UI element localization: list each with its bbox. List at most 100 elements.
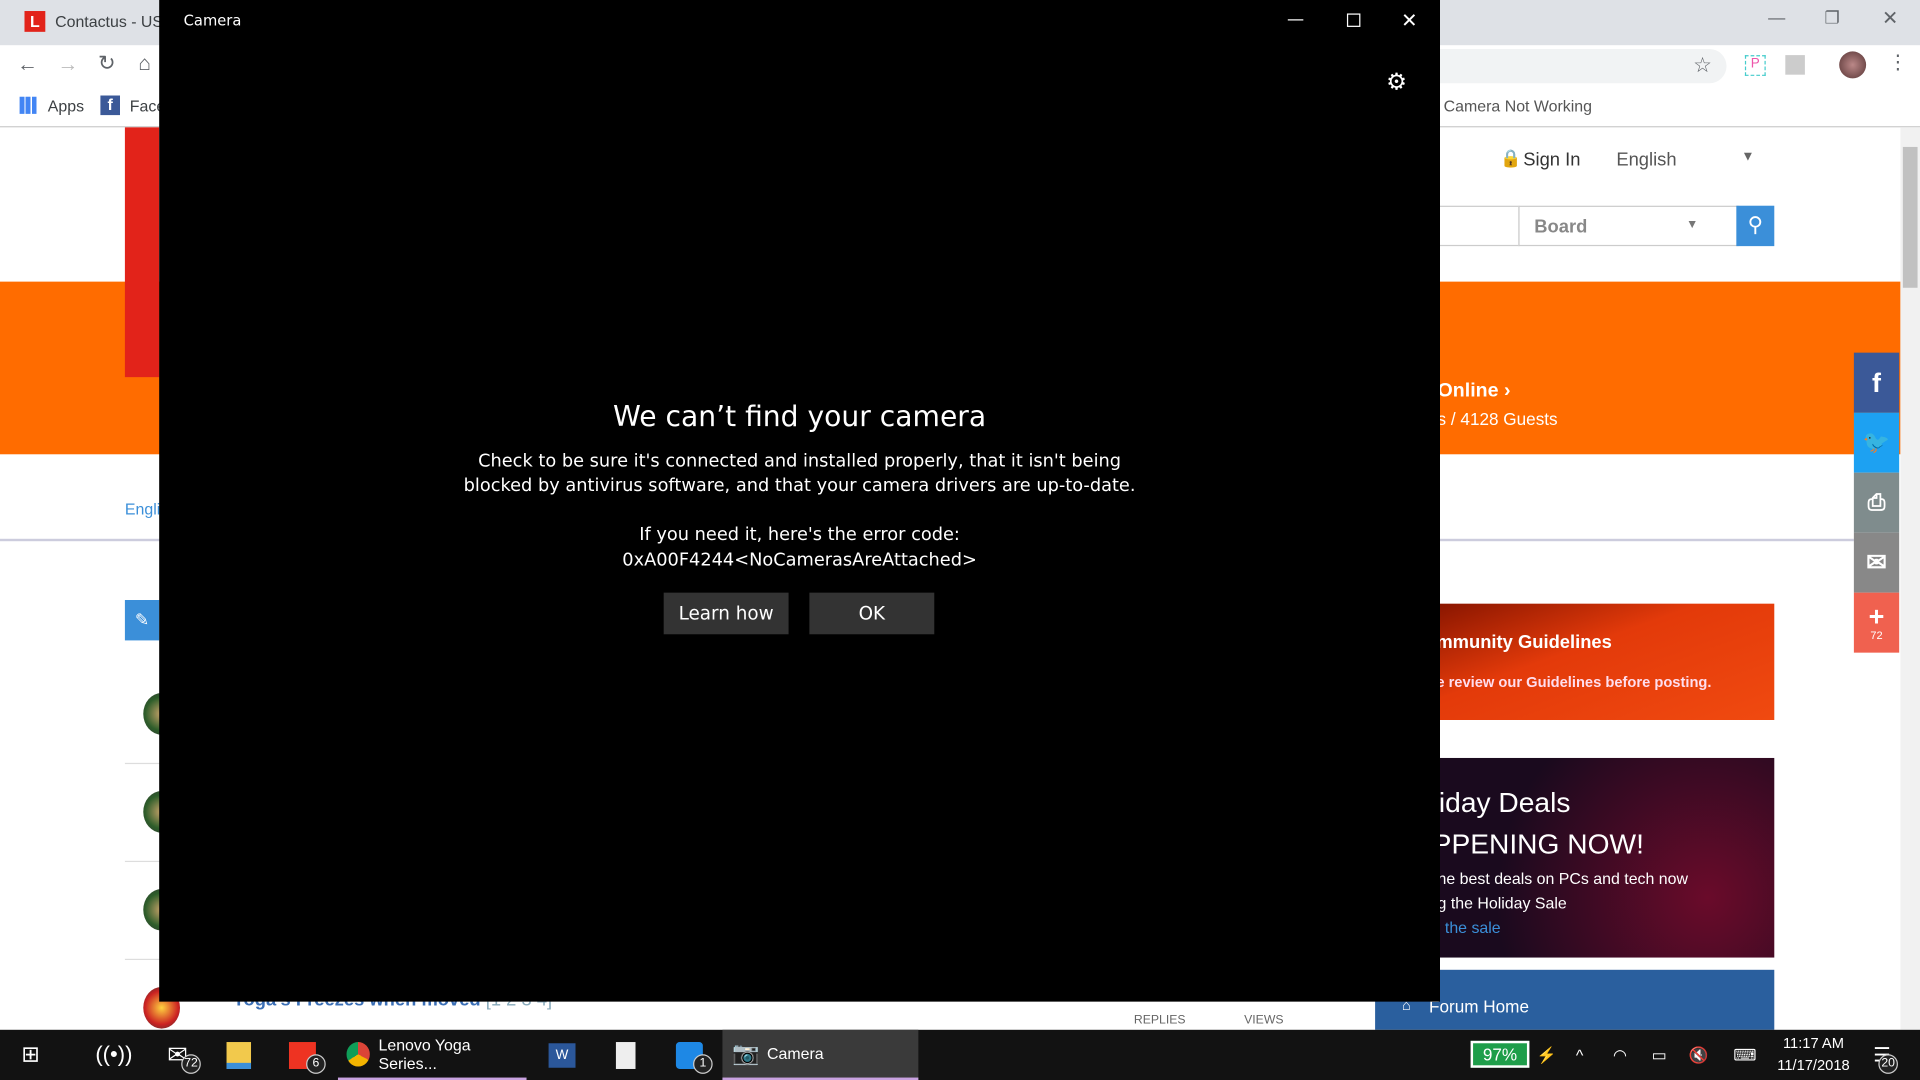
- learn-how-button[interactable]: Learn how: [663, 592, 789, 635]
- back-icon[interactable]: ←: [17, 53, 38, 77]
- touch-keyboard-icon[interactable]: ⌨: [1727, 1030, 1764, 1080]
- chevron-down-icon: ▼: [1741, 149, 1755, 165]
- close-icon: ✕: [1401, 7, 1418, 32]
- print-button[interactable]: ⎙: [1853, 472, 1900, 533]
- deals-link[interactable]: the sale: [1445, 918, 1501, 936]
- error-message-line1: Check to be sure it's connected and inst…: [478, 451, 1122, 472]
- restore-icon[interactable]: ❐: [1824, 7, 1839, 28]
- search-scope-value: Board: [1534, 216, 1588, 238]
- app-badge: 6: [306, 1054, 326, 1074]
- error-code: 0xA00F4244<NoCamerasAreAttached>: [622, 551, 977, 571]
- volume-muted-icon[interactable]: 🔇: [1685, 1030, 1712, 1080]
- share-more-button[interactable]: +72: [1853, 592, 1900, 653]
- share-email-button[interactable]: ✉: [1853, 532, 1900, 593]
- scrollbar-thumb[interactable]: [1902, 146, 1918, 288]
- error-code-intro: If you need it, here's the error code:: [639, 525, 960, 545]
- settings-gear-icon[interactable]: ⚙: [1386, 69, 1407, 96]
- online-title-text: Online: [1437, 380, 1499, 402]
- messenger-app[interactable]: 1: [661, 1030, 717, 1080]
- star-icon[interactable]: ☆: [1693, 54, 1712, 78]
- reload-icon[interactable]: ↻: [98, 51, 115, 75]
- clock-time[interactable]: 11:17 AM: [1771, 1035, 1857, 1052]
- online-stats: s / 4128 Guests: [1437, 408, 1558, 429]
- forward-icon[interactable]: →: [58, 53, 79, 77]
- clock-date[interactable]: 11/17/2018: [1771, 1057, 1857, 1074]
- taskbar: ⊞ ((•)) ✉ 72 6 Lenovo Yoga Series... W 1 …: [0, 1029, 1920, 1080]
- action-center-button[interactable]: ☰20: [1864, 1030, 1901, 1080]
- ok-button[interactable]: OK: [809, 592, 935, 635]
- messenger-badge: 1: [693, 1054, 713, 1074]
- start-button[interactable]: ⊞: [0, 1030, 61, 1080]
- error-title: We can’t find your camera: [613, 401, 987, 434]
- mail-badge: 72: [181, 1054, 201, 1074]
- language-link[interactable]: Engli: [125, 500, 160, 518]
- guidelines-text: e review our Guidelines before posting.: [1436, 673, 1712, 691]
- community-guidelines-card[interactable]: mmunity Guidelines e review our Guidelin…: [1436, 603, 1775, 721]
- search-scope-select[interactable]: Board ▼: [1518, 205, 1739, 247]
- lock-icon: 🔒: [1500, 148, 1522, 168]
- close-icon[interactable]: ✕: [1882, 6, 1898, 30]
- pdf-extension-icon[interactable]: [1785, 55, 1805, 75]
- language-select[interactable]: English: [1616, 149, 1676, 170]
- chevron-down-icon: ▼: [1686, 217, 1699, 232]
- folder-icon: [226, 1041, 252, 1069]
- deals-line4: g the Holiday Sale: [1437, 893, 1567, 913]
- iheartradio-app[interactable]: ((•)): [86, 1030, 142, 1080]
- facebook-icon: f: [1872, 366, 1882, 398]
- address-bar[interactable]: ☆: [1440, 48, 1727, 84]
- bookmark-camera-not-working[interactable]: Camera Not Working: [1444, 97, 1592, 115]
- browser-tab-title[interactable]: Contactus - US: [55, 12, 163, 30]
- chrome-taskbar-item[interactable]: Lenovo Yoga Series...: [337, 1030, 527, 1080]
- word-app[interactable]: W: [534, 1030, 590, 1080]
- menu-icon[interactable]: ⋮: [1888, 50, 1908, 74]
- search-button[interactable]: ⚲: [1736, 205, 1775, 247]
- facebook-icon: f: [100, 95, 121, 116]
- replies-label: REPLIES: [1133, 1013, 1186, 1028]
- minimize-icon[interactable]: —: [1768, 7, 1785, 27]
- bookmark-apps[interactable]: Apps: [48, 97, 84, 115]
- feedback-app[interactable]: 6: [274, 1030, 330, 1080]
- notification-badge: 20: [1878, 1054, 1898, 1074]
- battery-indicator[interactable]: 97%: [1470, 1040, 1530, 1068]
- camera-window: Camera — ✕ ⚙ We can’t find your camera C…: [159, 0, 1441, 1002]
- maximize-button[interactable]: [1325, 0, 1381, 39]
- share-facebook-button[interactable]: f: [1853, 352, 1900, 413]
- apps-grid-icon: [19, 96, 37, 114]
- extension-icon[interactable]: P: [1744, 55, 1766, 76]
- share-twitter-button[interactable]: 🐦: [1853, 412, 1900, 473]
- profile-avatar[interactable]: [1839, 51, 1867, 79]
- deals-line1: liday Deals: [1432, 786, 1571, 818]
- chrome-icon: [346, 1041, 370, 1066]
- window-title: Camera: [183, 12, 242, 30]
- new-topic-button[interactable]: ✎: [124, 600, 160, 641]
- close-button[interactable]: ✕: [1381, 0, 1437, 39]
- minimize-button[interactable]: —: [1267, 0, 1323, 39]
- file-explorer-app[interactable]: [211, 1030, 267, 1080]
- printer-icon: ⎙: [1867, 489, 1886, 515]
- deals-line2: PPENING NOW!: [1432, 827, 1644, 860]
- power-icon[interactable]: ▭: [1646, 1030, 1673, 1080]
- maximize-icon: [1346, 12, 1360, 27]
- calculator-app[interactable]: [598, 1030, 654, 1080]
- show-hidden-icons-button[interactable]: ^: [1567, 1030, 1591, 1080]
- camera-taskbar-item[interactable]: 📷 Camera: [722, 1029, 919, 1080]
- windows-icon: ⊞: [21, 1042, 40, 1067]
- minimize-icon: —: [1286, 9, 1305, 30]
- lenovo-logo[interactable]: [124, 127, 160, 378]
- search-input[interactable]: [1440, 205, 1520, 247]
- holiday-deals-card[interactable]: liday Deals PPENING NOW! he best deals o…: [1433, 757, 1775, 958]
- deals-line3: he best deals on PCs and tech now: [1437, 869, 1688, 888]
- lenovo-favicon-icon: L: [24, 11, 46, 32]
- twitter-icon: 🐦: [1862, 429, 1891, 455]
- online-title[interactable]: Online ›: [1438, 381, 1511, 403]
- camera-icon: 📷: [732, 1040, 760, 1066]
- charging-icon: ⚡: [1536, 1045, 1557, 1064]
- error-message-line2: blocked by antivirus software, and that …: [463, 476, 1136, 496]
- chrome-task-label: Lenovo Yoga Series...: [378, 1035, 471, 1073]
- mail-app[interactable]: ✉ 72: [149, 1030, 205, 1080]
- wifi-icon[interactable]: ◠: [1607, 1030, 1634, 1080]
- home-icon[interactable]: ⌂: [138, 51, 151, 75]
- views-label: VIEWS: [1244, 1013, 1284, 1028]
- sign-in-link[interactable]: Sign In: [1523, 149, 1580, 170]
- guidelines-title: mmunity Guidelines: [1436, 631, 1612, 653]
